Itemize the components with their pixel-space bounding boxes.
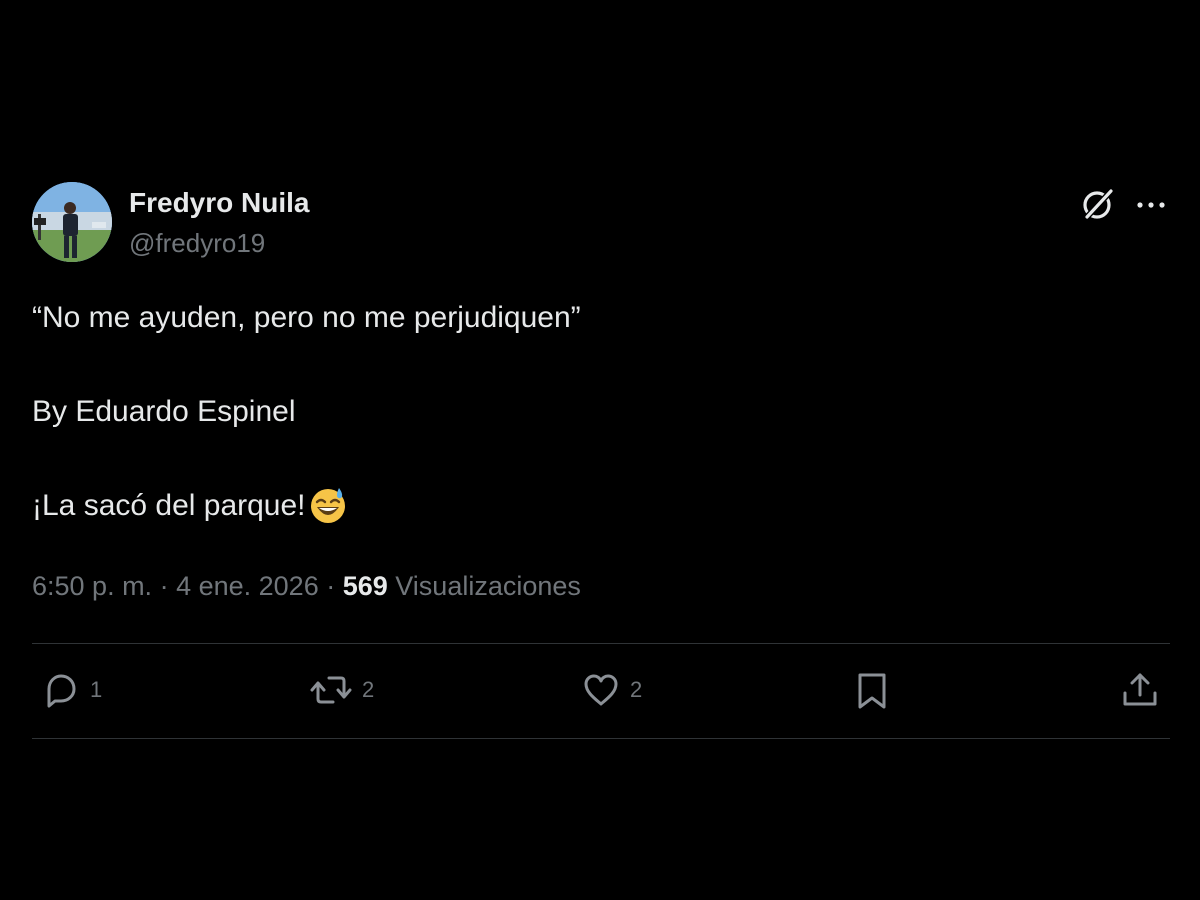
tweet-meta: 6:50 p. m. · 4 ene. 2026 · 569 Visualiza… (32, 566, 581, 606)
share-button[interactable] (1120, 670, 1160, 710)
share-icon (1120, 670, 1160, 710)
tweet-line-exclamation-text: ¡La sacó del parque! (32, 489, 306, 522)
avatar[interactable] (32, 182, 112, 262)
views-count: 569 (342, 571, 388, 601)
like-count: 2 (630, 677, 643, 702)
tweet-card: Fredyro Nuila @fredyro19 “No me ayuden, … (32, 182, 1170, 739)
like-button[interactable]: 2 (580, 670, 642, 710)
reply-icon (40, 670, 82, 710)
grinning-face-with-sweat-emoji (308, 485, 348, 525)
tweet-date[interactable]: 4 ene. 2026 (176, 571, 319, 601)
bookmark-button[interactable] (852, 670, 892, 710)
tweet-line-quote: “No me ayuden, pero no me perjudiquen” (32, 301, 581, 334)
bookmark-icon (852, 670, 892, 710)
tweet-line-exclamation: ¡La sacó del parque! (32, 482, 581, 530)
avatar-image (32, 182, 112, 262)
author-names: Fredyro Nuila @fredyro19 (129, 186, 309, 260)
meta-separator: · (152, 571, 177, 601)
reply-count: 1 (90, 677, 103, 702)
grok-icon[interactable] (1080, 186, 1116, 222)
tweet-time[interactable]: 6:50 p. m. (32, 571, 152, 601)
retweet-count: 2 (362, 677, 375, 702)
reply-button[interactable]: 1 (40, 670, 102, 710)
more-dots-icon[interactable] (1134, 190, 1168, 220)
retweet-icon (308, 670, 354, 710)
author-display-name[interactable]: Fredyro Nuila (129, 186, 309, 220)
divider (32, 738, 1170, 739)
divider (32, 643, 1170, 644)
tweet-header: Fredyro Nuila @fredyro19 (32, 182, 1170, 264)
retweet-button[interactable]: 2 (308, 670, 374, 710)
author-handle[interactable]: @fredyro19 (129, 226, 309, 260)
meta-separator: · (318, 571, 343, 601)
views-label: Visualizaciones (387, 571, 581, 601)
tweet-text: “No me ayuden, pero no me perjudiquen” B… (32, 294, 581, 530)
tweet-line-attribution: By Eduardo Espinel (32, 395, 296, 428)
heart-icon (580, 670, 622, 710)
